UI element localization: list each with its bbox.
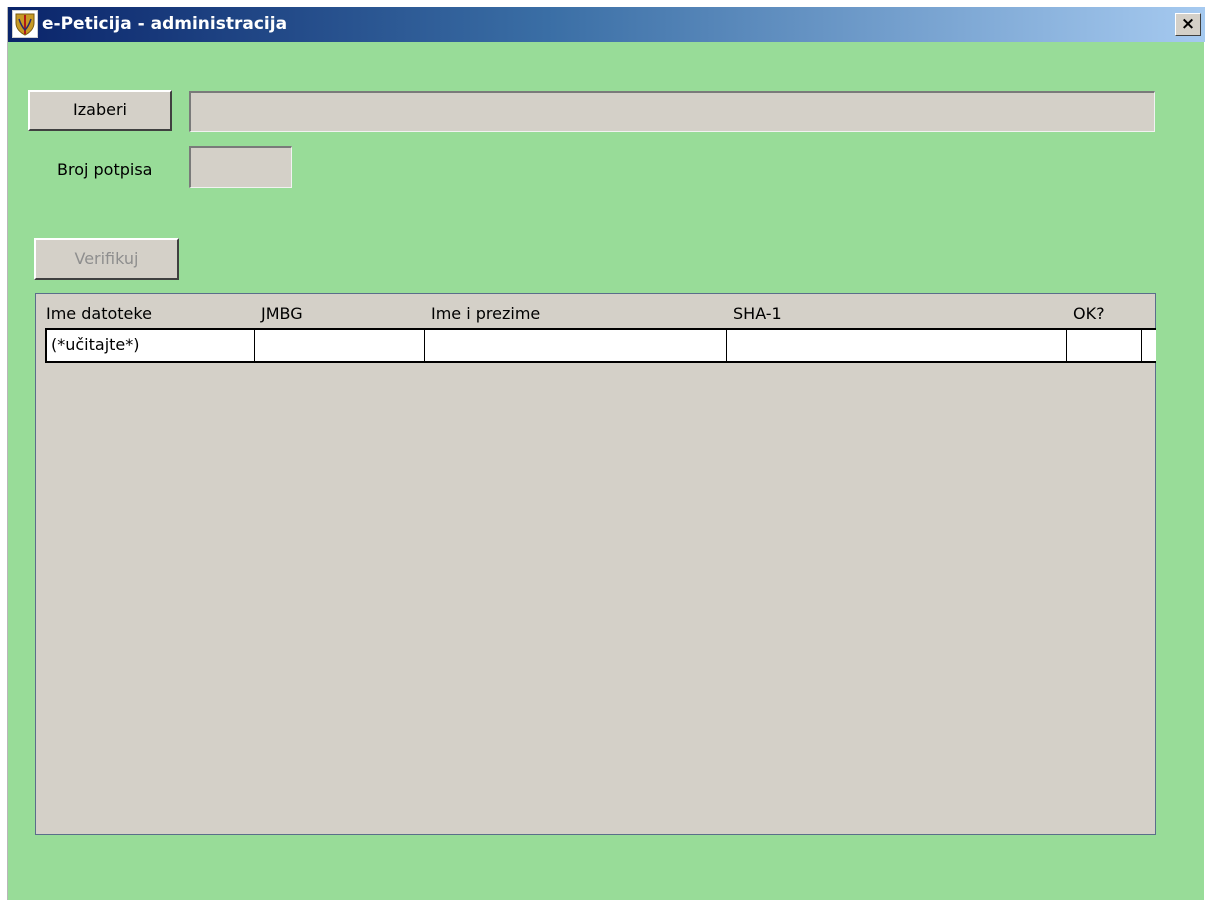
table-cell[interactable] xyxy=(425,330,727,361)
column-header-jmbg[interactable]: JMBG xyxy=(261,300,303,328)
signature-count-label: Broj potpisa xyxy=(57,160,153,179)
table-cell[interactable] xyxy=(727,330,1067,361)
title-bar: e-Peticija - administracija × xyxy=(8,7,1205,42)
column-header-full-name[interactable]: Ime i prezime xyxy=(431,300,540,328)
results-grid[interactable]: Ime datoteke JMBG Ime i prezime SHA-1 OK… xyxy=(35,293,1156,835)
close-icon: × xyxy=(1180,14,1196,34)
signature-count-field[interactable] xyxy=(189,146,292,188)
table-cell[interactable] xyxy=(255,330,425,361)
shield-emblem-icon xyxy=(12,10,38,38)
column-header-ok[interactable]: OK? xyxy=(1073,300,1105,328)
choose-file-button-label: Izaberi xyxy=(73,100,127,119)
choose-file-button[interactable]: Izaberi xyxy=(28,90,172,131)
file-path-field[interactable] xyxy=(189,91,1155,132)
table-row[interactable]: (*učitajte*) xyxy=(45,328,1156,363)
verify-button-label: Verifikuj xyxy=(74,249,139,268)
column-header-filename[interactable]: Ime datoteke xyxy=(46,300,152,328)
table-cell[interactable]: (*učitajte*) xyxy=(47,330,255,361)
main-window: e-Peticija - administracija × Izaberi Br… xyxy=(7,7,1205,900)
table-cell[interactable] xyxy=(1067,330,1142,361)
close-button[interactable]: × xyxy=(1175,13,1201,36)
column-header-sha1[interactable]: SHA-1 xyxy=(733,300,782,328)
grid-header: Ime datoteke JMBG Ime i prezime SHA-1 OK… xyxy=(46,300,1156,328)
verify-button[interactable]: Verifikuj xyxy=(34,238,179,280)
window-title: e-Peticija - administracija xyxy=(42,14,288,34)
